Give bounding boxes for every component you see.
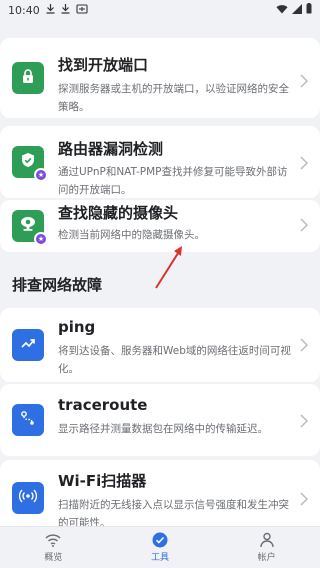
tool-title: Wi-Fi扫描器 xyxy=(58,472,147,490)
signal-icon xyxy=(292,3,302,17)
tool-title: 路由器漏洞检测 xyxy=(58,140,164,158)
tool-card-router-vulnerability[interactable]: ★ 路由器漏洞检测 通过UPnP和NAT-PMP查找并修复可能导致外部访问的开放… xyxy=(0,126,320,198)
tool-title: ping xyxy=(58,318,96,336)
tool-title: traceroute xyxy=(58,396,148,414)
status-bar-left: 10:40 xyxy=(8,3,88,17)
app-notification-icon xyxy=(76,3,88,17)
tool-title: 找到开放端口 xyxy=(58,56,149,74)
tab-label: 工具 xyxy=(151,553,170,563)
trend-icon xyxy=(20,335,36,355)
person-icon xyxy=(259,532,275,548)
tab-overview[interactable]: 概览 xyxy=(0,527,107,568)
tool-icon-container xyxy=(12,329,44,361)
tool-description: 探测服务器或主机的开放端口，以验证网络的安全策略。 xyxy=(58,83,289,113)
lock-icon xyxy=(20,68,36,88)
tab-label: 帐户 xyxy=(257,553,276,563)
tool-card-ping[interactable]: ping 将到达设备、服务器和Web域的网络往返时间可视化。 xyxy=(0,308,320,382)
tab-account[interactable]: 帐户 xyxy=(213,527,320,568)
tool-icon-container xyxy=(12,482,44,514)
battery-icon xyxy=(306,3,312,17)
tab-label: 概览 xyxy=(44,553,63,563)
download-icon xyxy=(46,3,55,17)
chevron-right-icon xyxy=(300,492,310,508)
tool-icon-container: ★ xyxy=(12,210,48,246)
download-icon xyxy=(61,3,70,17)
chevron-right-icon xyxy=(300,74,310,90)
tool-description: 检测当前网络中的隐藏摄像头。 xyxy=(58,229,205,241)
shield-icon xyxy=(20,152,36,172)
camera-icon xyxy=(19,216,37,236)
tool-title: 查找隐藏的摄像头 xyxy=(58,204,179,222)
tool-description: 通过UPnP和NAT-PMP查找并修复可能导致外部访问的开放端口。 xyxy=(58,166,288,196)
status-bar-right xyxy=(276,3,312,17)
premium-star-icon: ★ xyxy=(34,232,48,246)
tool-card-traceroute[interactable]: traceroute 显示路径并测量数据包在网络中的传输延迟。 xyxy=(0,384,320,456)
wifi-scan-icon xyxy=(18,488,38,508)
route-icon xyxy=(20,410,36,430)
chevron-right-icon xyxy=(300,218,310,234)
wifi-icon xyxy=(276,4,288,17)
wifi-icon xyxy=(45,532,61,548)
tool-description: 显示路径并测量数据包在网络中的传输延迟。 xyxy=(58,423,268,435)
tool-card-open-ports[interactable]: 找到开放端口 探测服务器或主机的开放端口，以验证网络的安全策略。 xyxy=(0,38,320,118)
tool-description: 将到达设备、服务器和Web域的网络往返时间可视化。 xyxy=(58,345,291,375)
tools-page: 找到开放端口 探测服务器或主机的开放端口，以验证网络的安全策略。 ★ 路由器漏洞… xyxy=(0,20,320,526)
tool-card-hidden-camera[interactable]: ★ 查找隐藏的摄像头 检测当前网络中的隐藏摄像头。 xyxy=(0,200,320,252)
tab-tools[interactable]: 工具 xyxy=(107,527,214,568)
status-time: 10:40 xyxy=(8,3,40,17)
section-title: 排查网络故障 xyxy=(12,276,103,294)
tool-card-wifi-scanner[interactable]: Wi-Fi扫描器 扫描附近的无线接入点以显示信号强度和发生冲突的可能性。 xyxy=(0,460,320,526)
tool-icon-container xyxy=(12,62,44,94)
chevron-right-icon xyxy=(300,414,310,430)
status-bar: 10:40 xyxy=(0,0,320,20)
bottom-tab-bar: 概览 工具 帐户 xyxy=(0,526,320,568)
check-circle-icon xyxy=(152,532,168,548)
tool-icon-container xyxy=(12,404,44,436)
tool-description: 扫描附近的无线接入点以显示信号强度和发生冲突的可能性。 xyxy=(58,499,289,526)
chevron-right-icon xyxy=(300,338,310,354)
chevron-right-icon xyxy=(300,156,310,172)
premium-star-icon: ★ xyxy=(34,168,48,182)
tool-icon-container: ★ xyxy=(12,146,48,182)
